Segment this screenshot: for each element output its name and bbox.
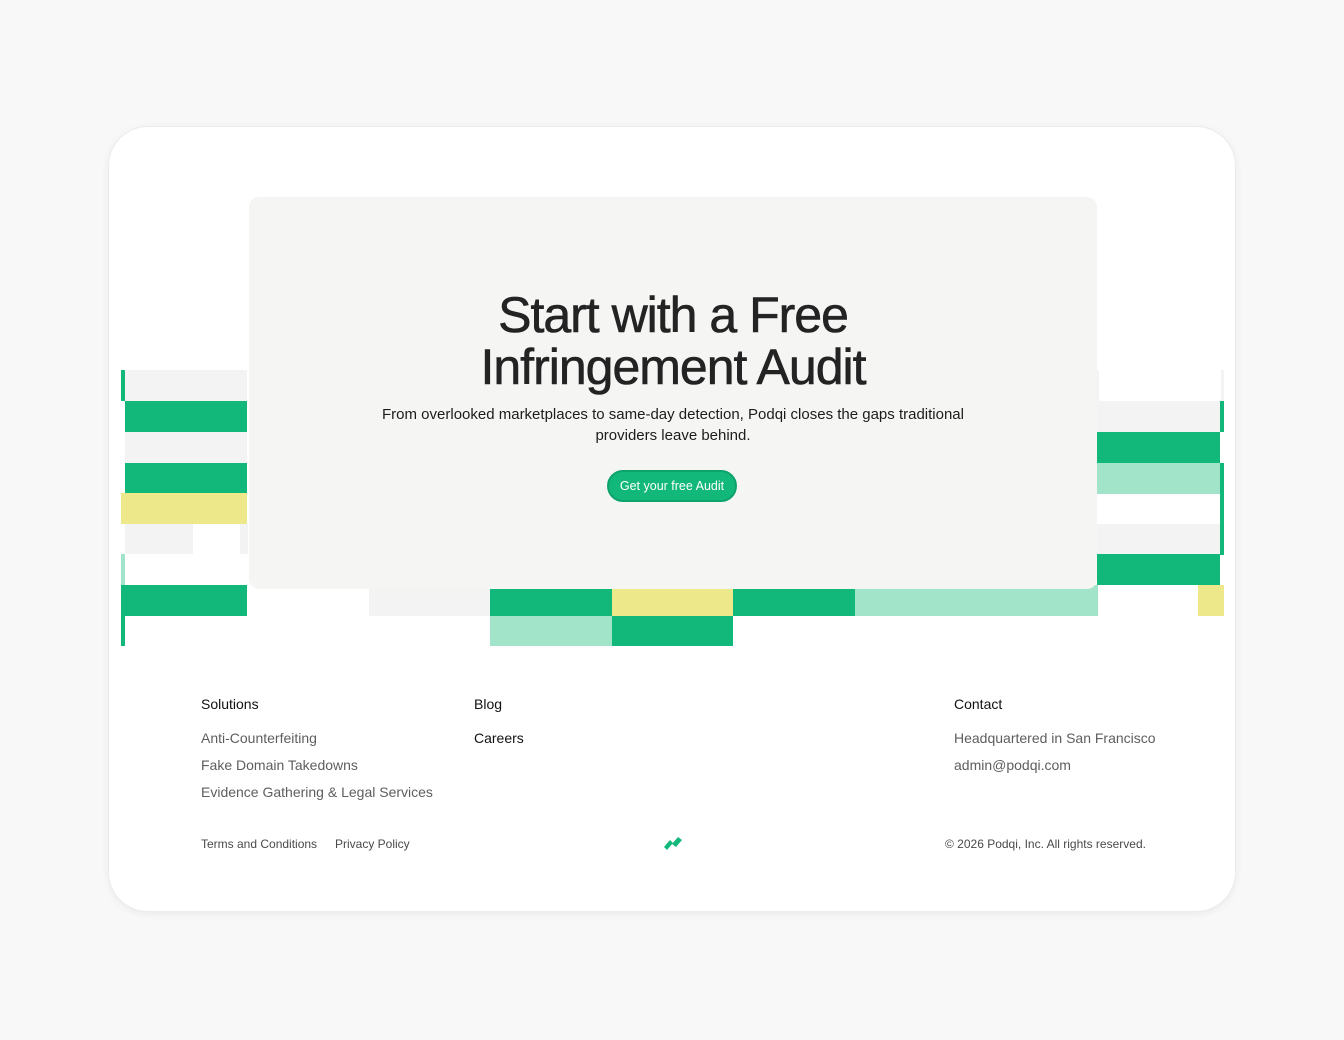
mosaic-block: [121, 493, 247, 524]
footer-company-column: Blog Careers: [474, 696, 524, 746]
evidence-gathering-link[interactable]: Evidence Gathering & Legal Services: [201, 784, 433, 800]
copyright-text: © 2026 Podqi, Inc. All rights reserved.: [945, 837, 1146, 851]
fake-domain-takedowns-link[interactable]: Fake Domain Takedowns: [201, 757, 433, 773]
mosaic-block: [612, 616, 733, 646]
mosaic-block: [1220, 463, 1224, 555]
hero-title-line-2: Infringement Audit: [480, 339, 867, 395]
mosaic-block: [125, 463, 247, 494]
footer-card: Start with a Free Infringement Audit Fro…: [108, 126, 1236, 912]
mosaic-block: [125, 524, 193, 554]
hero-title-line-1: Start with a Free: [498, 287, 849, 343]
mosaic-block: [1097, 432, 1220, 463]
mosaic-block: [1097, 554, 1220, 585]
careers-link[interactable]: Careers: [474, 730, 524, 746]
mosaic-block: [125, 401, 247, 432]
blog-link[interactable]: Blog: [474, 696, 524, 712]
footer-contact-column: Contact Headquartered in San Francisco a…: [954, 696, 1156, 773]
mosaic-block: [121, 616, 125, 646]
mosaic-block: [240, 524, 248, 554]
podqi-logo-icon[interactable]: [662, 835, 684, 851]
mosaic-block: [369, 585, 490, 616]
solutions-heading: Solutions: [201, 696, 259, 712]
contact-email-link[interactable]: admin@podqi.com: [954, 757, 1156, 773]
mosaic-block: [1198, 585, 1224, 616]
mosaic-block: [733, 585, 855, 616]
contact-heading: Contact: [954, 696, 1003, 712]
audit-cta-panel: Start with a Free Infringement Audit Fro…: [249, 197, 1097, 589]
anti-counterfeiting-link[interactable]: Anti-Counterfeiting: [201, 730, 433, 746]
mosaic-block: [1097, 463, 1221, 494]
terms-link[interactable]: Terms and Conditions: [201, 837, 317, 851]
hero-subtitle: From overlooked marketplaces to same-day…: [382, 406, 964, 444]
get-free-audit-button[interactable]: Get your free Audit: [607, 470, 737, 502]
mosaic-block: [121, 554, 125, 585]
mosaic-block: [1097, 370, 1099, 401]
mosaic-block: [490, 616, 612, 646]
headquarters-text: Headquartered in San Francisco: [954, 730, 1156, 746]
mosaic-block: [855, 585, 1098, 616]
privacy-policy-link[interactable]: Privacy Policy: [335, 837, 410, 851]
mosaic-block: [612, 585, 733, 616]
mosaic-block: [1097, 401, 1221, 432]
mosaic-block: [1220, 401, 1224, 432]
mosaic-block: [1221, 370, 1224, 401]
mosaic-block: [1097, 524, 1220, 554]
mosaic-block: [125, 432, 247, 463]
mosaic-block: [123, 370, 247, 401]
mosaic-block: [121, 585, 247, 616]
hero-title: Start with a Free Infringement Audit: [249, 287, 1097, 395]
mosaic-block: [121, 370, 125, 401]
mosaic-block: [490, 585, 612, 616]
footer-solutions-column: Solutions Anti-Counterfeiting Fake Domai…: [201, 696, 433, 800]
